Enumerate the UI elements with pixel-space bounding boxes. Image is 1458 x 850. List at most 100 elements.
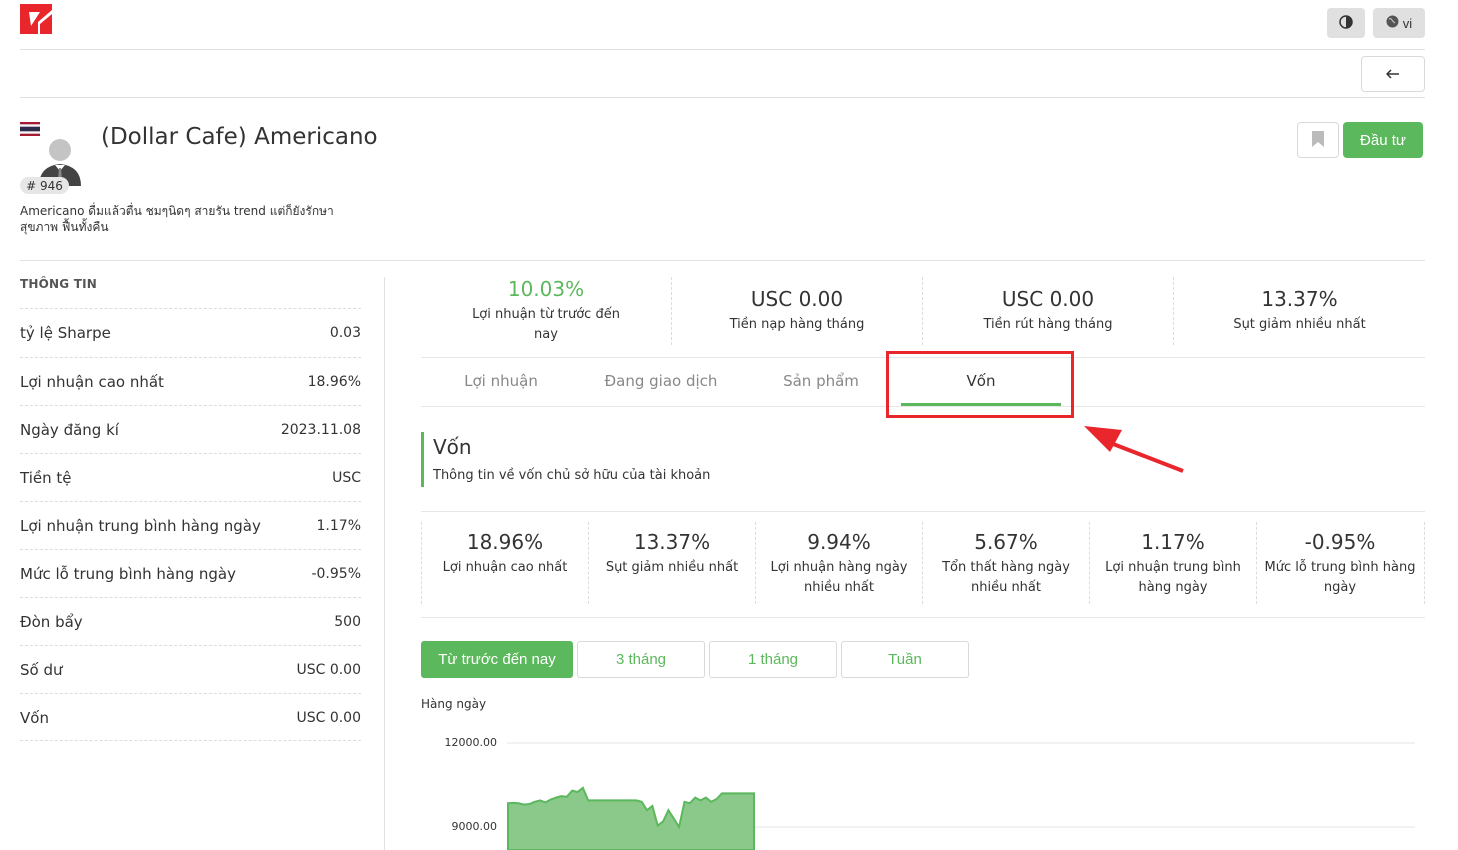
stat-label: Lợi nhuận từ trước đến nay: [472, 307, 620, 342]
invest-button[interactable]: Đầu tư: [1343, 122, 1423, 158]
metric-value: 18.96%: [466, 530, 544, 554]
stat-total-profit: 10.03% Lợi nhuận từ trước đến nay: [421, 277, 671, 345]
y-tick-label: 9000.00: [452, 820, 498, 833]
info-label: Lợi nhuận trung bình hàng ngày: [20, 516, 261, 535]
metric-label: Sụt giảm nhiều nhất: [605, 560, 739, 575]
metric-card: 18.96% Lợi nhuận cao nhất: [425, 530, 585, 578]
equity-area-series: [507, 786, 755, 850]
bookmark-icon: [1311, 130, 1325, 151]
bookmark-button[interactable]: [1297, 122, 1339, 158]
metric-separator: [421, 522, 422, 604]
rank-badge: # 946: [20, 177, 69, 194]
stat-value: 10.03%: [507, 277, 585, 301]
info-value: -0.95%: [311, 565, 361, 582]
info-value: 2023.11.08: [280, 421, 361, 438]
info-heading: THÔNG TIN: [20, 277, 97, 291]
metric-card: 9.94% Lợi nhuận hàng ngày nhiều nhất: [759, 530, 919, 598]
metric-separator: [1089, 522, 1090, 604]
info-row: Vốn USC 0.00: [20, 693, 361, 741]
metric-label: Tổn thất hàng ngày nhiều nhất: [942, 560, 1070, 595]
period-3-months-button[interactable]: 3 tháng: [577, 641, 705, 678]
metric-separator: [1424, 522, 1425, 604]
tab-profit[interactable]: Lợi nhuận: [421, 372, 581, 390]
globe-icon: [1386, 15, 1399, 31]
metric-value: 13.37%: [633, 530, 711, 554]
metric-label: Lợi nhuận hàng ngày nhiều nhất: [770, 560, 908, 595]
info-row: Tiền tệ USC: [20, 453, 361, 501]
info-row: Số dư USC 0.00: [20, 645, 361, 693]
info-value: 18.96%: [307, 373, 361, 390]
metric-separator: [755, 522, 756, 604]
period-1-month-button[interactable]: 1 tháng: [709, 641, 837, 678]
arrow-left-icon: [1385, 67, 1400, 82]
info-label: Ngày đăng kí: [20, 420, 119, 439]
tab-products[interactable]: Sản phẩm: [741, 372, 901, 390]
info-row: Lợi nhuận trung bình hàng ngày 1.17%: [20, 501, 361, 549]
metric-separator: [1256, 522, 1257, 604]
info-value: USC 0.00: [296, 661, 361, 678]
info-value: USC: [332, 469, 361, 486]
info-value: USC 0.00: [296, 709, 361, 726]
metric-card: 1.17% Lợi nhuận trung bình hàng ngày: [1093, 530, 1253, 598]
metric-separator: [588, 522, 589, 604]
metric-card: -0.95% Mức lỗ trung bình hàng ngày: [1260, 530, 1420, 598]
profile-description: Americano ดื่มแล้วตื่น ชมๆนิดๆ สายรัน tr…: [20, 204, 334, 234]
subheader-divider: [20, 97, 1425, 98]
info-label: Vốn: [20, 708, 49, 727]
stat-monthly-withdrawal: USC 0.00 Tiền rút hàng tháng: [923, 287, 1173, 335]
stat-label: Tiền nạp hàng tháng: [729, 317, 865, 332]
info-row: Ngày đăng kí 2023.11.08: [20, 405, 361, 453]
info-bottom-divider: [20, 740, 361, 741]
metrics-bottom-divider: [421, 617, 1425, 618]
back-button[interactable]: [1361, 56, 1425, 92]
info-label: Mức lỗ trung bình hàng ngày: [20, 564, 236, 583]
stat-label: Sụt giảm nhiều nhất: [1233, 317, 1366, 332]
profile-divider: [20, 260, 1425, 261]
tab-trading[interactable]: Đang giao dịch: [581, 372, 741, 390]
section-subtitle: Thông tin về vốn chủ sở hữu của tài khoả…: [433, 468, 711, 483]
metric-card: 5.67% Tổn thất hàng ngày nhiều nhất: [926, 530, 1086, 598]
metric-separator: [922, 522, 923, 604]
panel-divider: [384, 277, 385, 850]
theme-toggle-button[interactable]: [1327, 8, 1365, 38]
language-button[interactable]: vi: [1373, 8, 1425, 38]
stat-label: Tiền rút hàng tháng: [983, 317, 1113, 332]
page-title: (Dollar Cafe) Americano: [101, 124, 378, 150]
section-accent-bar: [421, 432, 424, 487]
metric-label: Lợi nhuận trung bình hàng ngày: [1105, 560, 1241, 595]
y-tick-label: 12000.00: [445, 736, 498, 749]
stat-value: USC 0.00: [1001, 287, 1095, 311]
half-circle-icon: [1339, 14, 1353, 32]
brand-logo[interactable]: [20, 4, 52, 34]
section-title: Vốn: [433, 435, 472, 459]
stat-value: USC 0.00: [750, 287, 844, 311]
chart-y-label: Hàng ngày: [421, 697, 487, 711]
metric-label: Lợi nhuận cao nhất: [442, 560, 568, 575]
metric-value: 5.67%: [974, 530, 1038, 554]
info-label: tỷ lệ Sharpe: [20, 323, 111, 342]
annotation-arrow-icon: [1084, 426, 1184, 473]
period-week-button[interactable]: Tuần: [841, 641, 969, 678]
info-label: Số dư: [20, 660, 63, 679]
metric-value: 1.17%: [1141, 530, 1205, 554]
thailand-flag-icon: [20, 121, 40, 136]
info-label: Đòn bẩy: [20, 612, 83, 631]
metric-value: 9.94%: [807, 530, 871, 554]
period-all-time-button[interactable]: Từ trước đến nay: [421, 641, 573, 678]
stat-max-drawdown: 13.37% Sụt giảm nhiều nhất: [1174, 287, 1425, 335]
metrics-top-divider: [421, 511, 1425, 512]
info-row: Mức lỗ trung bình hàng ngày -0.95%: [20, 549, 361, 597]
info-value: 0.03: [329, 324, 361, 341]
stat-value: 13.37%: [1261, 287, 1338, 311]
info-row: tỷ lệ Sharpe 0.03: [20, 308, 361, 356]
annotation-highlight-box: [886, 351, 1074, 418]
info-label: Tiền tệ: [20, 468, 72, 487]
info-row: Đòn bẩy 500: [20, 597, 361, 645]
info-row: Lợi nhuận cao nhất 18.96%: [20, 357, 361, 405]
info-value: 500: [334, 613, 361, 630]
equity-chart: 12000.00 9000.00: [445, 736, 1415, 850]
header-divider: [20, 49, 1425, 50]
metric-card: 13.37% Sụt giảm nhiều nhất: [592, 530, 752, 578]
stat-monthly-deposit: USC 0.00 Tiền nạp hàng tháng: [672, 287, 922, 335]
metric-label: Mức lỗ trung bình hàng ngày: [1264, 560, 1416, 595]
